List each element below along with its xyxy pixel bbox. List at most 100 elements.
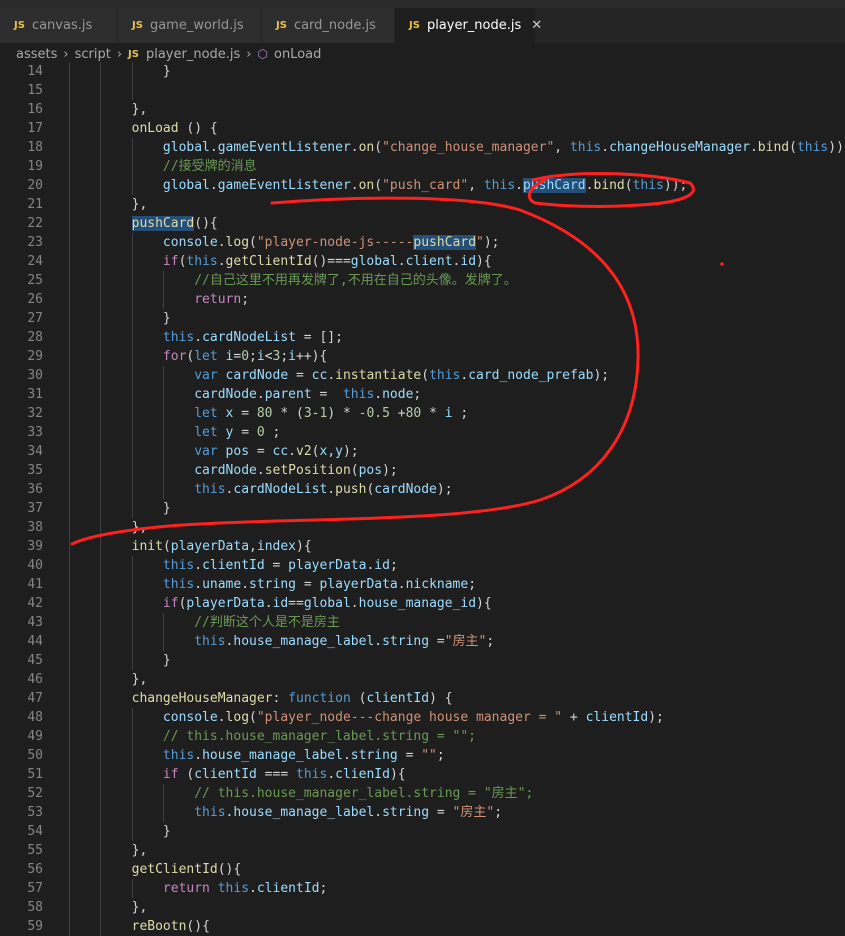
code-line[interactable]: 27 }: [0, 309, 845, 328]
code-text: //接受牌的消息: [69, 157, 257, 176]
code-token: nickname: [405, 577, 469, 592]
code-line[interactable]: 31 cardNode.parent = this.node;: [0, 385, 845, 404]
code-line[interactable]: 53 this.house_manage_label.string = "房主"…: [0, 803, 845, 822]
code-token: ){: [476, 254, 492, 269]
code-text: getClientId(){: [69, 860, 242, 879]
code-token: this: [632, 178, 664, 193]
code-text: return this.clientId;: [69, 879, 327, 898]
code-line[interactable]: 34 var pos = cc.v2(x,y);: [0, 442, 845, 461]
code-line[interactable]: 35 cardNode.setPosition(pos);: [0, 461, 845, 480]
code-line[interactable]: 26 return;: [0, 290, 845, 309]
code-line[interactable]: 17 onLoad () {: [0, 119, 845, 138]
code-line[interactable]: 54 }: [0, 822, 845, 841]
code-line[interactable]: 50 this.house_manage_label.string = "";: [0, 746, 845, 765]
code-token: cc: [272, 444, 289, 459]
tab-player-node-js[interactable]: JS player_node.js ✕: [395, 8, 542, 43]
code-token: =: [249, 444, 273, 459]
code-line[interactable]: 58 },: [0, 898, 845, 917]
code-line[interactable]: 45 }: [0, 651, 845, 670]
code-line[interactable]: 38 },: [0, 518, 845, 537]
breadcrumb-folder-script[interactable]: script: [75, 47, 111, 62]
code-line[interactable]: 56 getClientId(){: [0, 860, 845, 879]
line-number: 44: [27, 634, 43, 649]
code-line[interactable]: 49 // this.house_manager_label.string = …: [0, 727, 845, 746]
code-editor[interactable]: 14 } 15 16 }, 17 onLoad () {18 global.gameE…: [0, 62, 845, 936]
code-text: //自己这里不用再发牌了,不用在自己的头像。发牌了。: [69, 271, 516, 290]
code-line[interactable]: 19 //接受牌的消息: [0, 157, 845, 176]
code-token: (){: [217, 862, 242, 877]
code-line[interactable]: 16 },: [0, 100, 845, 119]
code-token: (: [249, 710, 257, 725]
code-line[interactable]: 30 var cardNode = cc.instantiate(this.ca…: [0, 366, 845, 385]
tab-card-node-js[interactable]: JS card_node.js: [262, 8, 395, 43]
code-token: function: [288, 691, 351, 706]
code-token: .: [194, 558, 203, 573]
code-line[interactable]: 21 },: [0, 195, 845, 214]
code-token: ){: [476, 596, 492, 611]
code-line[interactable]: 47 changeHouseManager: function (clientI…: [0, 689, 845, 708]
code-token: (){: [186, 919, 210, 934]
code-line[interactable]: 44 this.house_manage_label.string ="房主";: [0, 632, 845, 651]
code-line[interactable]: 40 this.clientId = playerData.id;: [0, 556, 845, 575]
method-icon: ⬡: [257, 47, 268, 61]
code-line[interactable]: 28 this.cardNodeList = [];: [0, 328, 845, 347]
code-text: console.log("player_node---change house …: [69, 708, 664, 727]
code-line[interactable]: 42 if(playerData.id==global.house_manage…: [0, 594, 845, 613]
code-line[interactable]: 20 global.gameEventListener.on("push_car…: [0, 176, 845, 195]
code-token: = [];: [295, 330, 343, 345]
code-line[interactable]: 18 global.gameEventListener.on("change_h…: [0, 138, 845, 157]
code-token: =: [233, 425, 257, 440]
code-line[interactable]: 52 // this.house_manager_label.string = …: [0, 784, 845, 803]
tab-label: player_node.js: [426, 18, 522, 33]
code-token: (: [162, 539, 171, 554]
code-text: return;: [69, 290, 249, 309]
code-line[interactable]: 33 let y = 0 ;: [0, 423, 845, 442]
code-line[interactable]: 51 if (clientId === this.clienId){: [0, 765, 845, 784]
code-line[interactable]: 25 //自己这里不用再发牌了,不用在自己的头像。发牌了。: [0, 271, 845, 290]
code-line[interactable]: 46 },: [0, 670, 845, 689]
code-line[interactable]: 22 pushCard(){: [0, 214, 845, 233]
code-token: }: [162, 311, 171, 326]
code-line[interactable]: 57 return this.clientId;: [0, 879, 845, 898]
code-line[interactable]: 24 if(this.getClientId()===global.client…: [0, 252, 845, 271]
code-line[interactable]: 55 },: [0, 841, 845, 860]
tab-canvas-js[interactable]: JS canvas.js: [0, 8, 118, 43]
breadcrumb-file[interactable]: player_node.js: [146, 47, 240, 62]
code-token: index: [256, 539, 297, 554]
code-line[interactable]: 32 let x = 80 * (3-1) * -0.5 +80 * i ;: [0, 404, 845, 423]
code-token: );: [483, 235, 500, 250]
line-number: 50: [27, 748, 43, 763]
code-token: :: [272, 691, 289, 706]
code-line[interactable]: 15: [0, 81, 845, 100]
code-line[interactable]: 36 this.cardNodeList.push(cardNode);: [0, 480, 845, 499]
tab-game-world-js[interactable]: JS game_world.js: [118, 8, 262, 43]
code-token: ;: [486, 634, 495, 649]
code-line[interactable]: 39 init(playerData,index){: [0, 537, 845, 556]
breadcrumb-folder-assets[interactable]: assets: [16, 47, 57, 62]
line-number: 52: [27, 786, 43, 801]
code-token: global: [162, 140, 210, 155]
code-text: }: [69, 499, 171, 518]
code-token: i: [256, 349, 265, 364]
code-line[interactable]: 41 this.uname.string = playerData.nickna…: [0, 575, 845, 594]
close-icon[interactable]: ✕: [531, 18, 542, 33]
code-line[interactable]: 14 }: [0, 62, 845, 81]
code-line[interactable]: 23 console.log("player-node-js-----pushC…: [0, 233, 845, 252]
code-line[interactable]: 48 console.log("player_node---change hou…: [0, 708, 845, 727]
code-token: ==: [288, 596, 304, 611]
code-text: for(let i=0;i<3;i++){: [69, 347, 327, 366]
code-line[interactable]: 29 for(let i=0;i<3;i++){: [0, 347, 845, 366]
code-line[interactable]: 59 reBootn(){: [0, 917, 845, 936]
code-token: ===: [256, 767, 296, 782]
line-number: 49: [27, 729, 43, 744]
code-token: =: [233, 406, 257, 421]
breadcrumb-symbol[interactable]: onLoad: [274, 47, 321, 62]
line-number: 34: [27, 444, 43, 459]
line-number: 57: [27, 881, 43, 896]
code-token: +: [389, 406, 406, 421]
code-token: push: [335, 482, 367, 497]
code-line[interactable]: 43 //判断这个人是不是房主: [0, 613, 845, 632]
code-line[interactable]: 37 }: [0, 499, 845, 518]
